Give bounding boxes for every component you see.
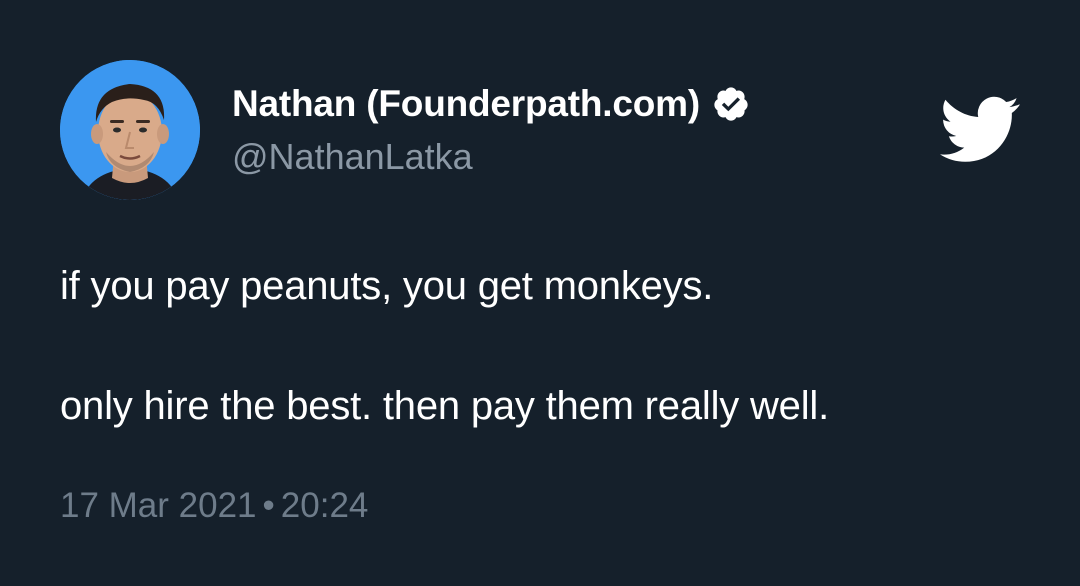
tweet-date: 17 Mar 2021 [60,486,257,525]
avatar-photo-icon [60,60,200,200]
tweet-card: Nathan (Founderpath.com) @NathanLatka if… [0,0,1080,586]
twitter-bird-icon[interactable] [940,96,1020,164]
tweet-timestamp[interactable]: 17 Mar 2021 • 20:24 [60,486,368,526]
timestamp-separator: • [262,486,275,525]
author-handle[interactable]: @NathanLatka [232,136,473,178]
author-display-name[interactable]: Nathan (Founderpath.com) [232,83,700,125]
verified-badge-icon [714,87,748,121]
tweet-text-line: if you pay peanuts, you get monkeys. [60,264,714,308]
tweet-time: 20:24 [280,486,369,525]
author-name-row: Nathan (Founderpath.com) [232,80,750,128]
tweet-text-line: only hire the best. then pay them really… [60,384,829,428]
avatar[interactable] [60,60,200,200]
